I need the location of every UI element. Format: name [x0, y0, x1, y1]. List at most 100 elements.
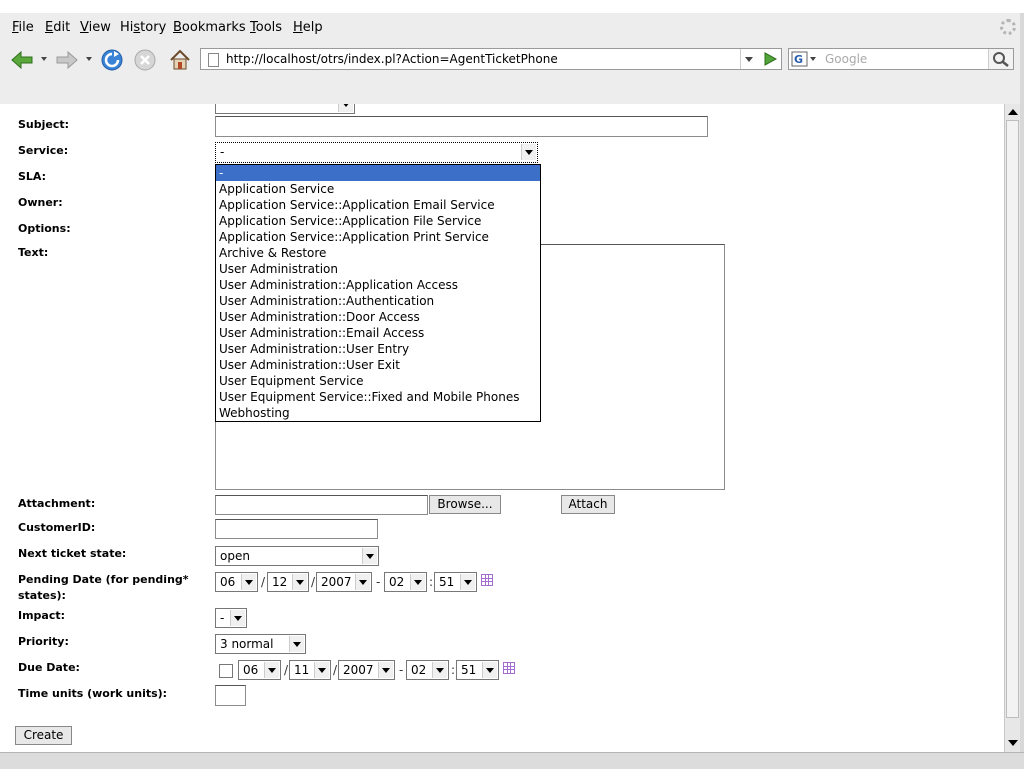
date-separator: - [376, 575, 381, 589]
url-history-dropdown-icon[interactable] [740, 49, 757, 69]
window-top-strip [0, 0, 1024, 13]
create-button[interactable]: Create [15, 726, 72, 745]
service-option[interactable]: Webhosting [216, 405, 540, 421]
url-text: http://localhost/otrs/index.pl?Action=Ag… [226, 52, 558, 66]
due-hour-select[interactable]: 02 [406, 660, 449, 680]
search-magnifier-icon[interactable] [988, 49, 1013, 69]
service-option[interactable]: User Administration::User Entry [216, 341, 540, 357]
stop-icon[interactable] [133, 48, 157, 72]
menu-edit[interactable]: Edit [45, 20, 70, 35]
search-engine-letter: G [794, 53, 803, 66]
impact-select[interactable]: - [215, 608, 247, 628]
due-hour-value: 02 [411, 663, 427, 677]
service-option[interactable]: User Administration::Door Access [216, 309, 540, 325]
time-separator: : [429, 575, 434, 589]
subject-input[interactable] [215, 116, 708, 137]
due-date-checkbox[interactable] [219, 664, 233, 678]
service-option[interactable]: Archive & Restore [216, 245, 540, 261]
time-units-input[interactable] [215, 685, 246, 706]
pending-month-select[interactable]: 06 [215, 572, 258, 592]
service-label: Service: [18, 144, 69, 157]
pending-date-label-line2: states): [18, 589, 66, 602]
due-day-select[interactable]: 11 [289, 660, 331, 680]
go-arrow-icon[interactable] [761, 51, 779, 67]
chevron-down-icon [264, 662, 279, 678]
service-option[interactable]: User Administration [216, 261, 540, 277]
partial-select-above[interactable] [215, 104, 355, 114]
search-engine-selector[interactable]: G [791, 51, 819, 67]
chevron-down-icon [292, 574, 307, 590]
chevron-down-icon [314, 662, 329, 678]
service-select[interactable]: - [215, 142, 538, 163]
service-option[interactable]: User Administration::Application Access [216, 277, 540, 293]
time-units-label: Time units (work units): [18, 687, 168, 700]
chevron-down-icon [230, 610, 245, 626]
attach-button[interactable]: Attach [561, 495, 615, 514]
service-option[interactable]: User Equipment Service::Fixed and Mobile… [216, 389, 540, 405]
service-option[interactable]: User Equipment Service [216, 373, 540, 389]
menu-help[interactable]: Help [293, 20, 323, 35]
vertical-scrollbar[interactable] [1004, 104, 1021, 752]
url-bar[interactable]: http://localhost/otrs/index.pl?Action=Ag… [200, 48, 782, 70]
calendar-icon[interactable] [481, 574, 493, 586]
chevron-down-icon [521, 144, 536, 160]
scroll-down-arrow-icon[interactable] [1008, 740, 1018, 746]
calendar-icon[interactable] [503, 662, 515, 674]
menu-tools[interactable]: Tools [250, 20, 282, 35]
pending-year-select[interactable]: 2007 [316, 572, 372, 592]
back-arrow-icon[interactable] [10, 48, 34, 72]
home-icon[interactable] [168, 48, 192, 72]
search-bar[interactable]: G Google [788, 48, 1014, 70]
service-option[interactable]: Application Service::Application File Se… [216, 213, 540, 229]
pending-minute-value: 51 [439, 575, 455, 589]
due-year-select[interactable]: 2007 [338, 660, 395, 680]
service-option[interactable]: User Administration::User Exit [216, 357, 540, 373]
attachment-label: Attachment: [18, 497, 96, 510]
service-option[interactable]: Application Service::Application Print S… [216, 229, 540, 245]
menu-history[interactable]: History [120, 20, 166, 35]
scroll-up-arrow-icon[interactable] [1008, 109, 1018, 115]
chevron-down-icon [289, 636, 304, 652]
date-separator: / [333, 663, 338, 677]
pending-day-value: 12 [272, 575, 288, 589]
due-minute-select[interactable]: 51 [456, 660, 499, 680]
forward-arrow-icon[interactable] [55, 48, 79, 72]
impact-value: - [220, 611, 225, 625]
due-day-value: 11 [294, 663, 310, 677]
service-option[interactable]: Application Service::Application Email S… [216, 197, 540, 213]
reload-icon[interactable] [100, 48, 124, 72]
chevron-down-icon [460, 574, 475, 590]
chevron-down-icon [410, 574, 425, 590]
due-date-label: Due Date: [18, 661, 80, 674]
menu-bookmarks[interactable]: Bookmarks [173, 20, 246, 35]
customerid-input[interactable] [215, 519, 378, 539]
back-history-dropdown-icon[interactable] [41, 57, 47, 61]
menu-view[interactable]: View [80, 20, 111, 35]
due-month-select[interactable]: 06 [238, 660, 281, 680]
pending-minute-select[interactable]: 51 [434, 572, 477, 592]
service-option[interactable]: Application Service [216, 181, 540, 197]
pending-month-value: 06 [220, 575, 236, 589]
pending-date-label-line1: Pending Date (for pending* [18, 573, 189, 586]
next-state-select[interactable]: open [215, 546, 379, 566]
menu-file[interactable]: File [12, 20, 34, 35]
pending-hour-select[interactable]: 02 [384, 572, 427, 592]
pending-day-select[interactable]: 12 [267, 572, 309, 592]
menubar: File Edit View History Bookmarks Tools H… [0, 13, 1024, 41]
service-option[interactable]: User Administration::Email Access [216, 325, 540, 341]
date-separator: - [399, 663, 404, 677]
due-year-value: 2007 [343, 663, 374, 677]
service-dropdown-list: - Application Service Application Servic… [215, 164, 541, 422]
attachment-file-input[interactable] [215, 495, 428, 515]
forward-history-dropdown-icon[interactable] [86, 57, 92, 61]
service-option[interactable]: User Administration::Authentication [216, 293, 540, 309]
scrollbar-thumb[interactable] [1006, 120, 1019, 718]
pending-hour-value: 02 [389, 575, 405, 589]
service-option[interactable]: - [216, 165, 540, 181]
chevron-down-icon [355, 574, 370, 590]
priority-select[interactable]: 3 normal [215, 634, 306, 654]
chevron-down-icon [362, 548, 377, 564]
browse-button[interactable]: Browse... [429, 495, 501, 514]
service-select-value: - [220, 145, 225, 159]
search-input[interactable]: Google [825, 52, 867, 66]
